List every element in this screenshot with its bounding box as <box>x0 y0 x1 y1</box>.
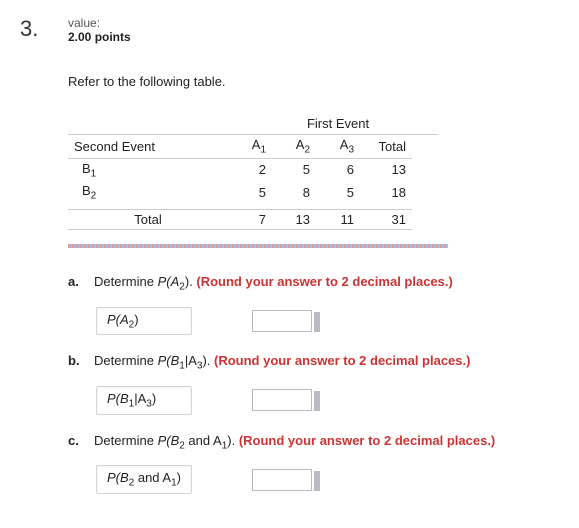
input-marker-icon <box>314 471 320 491</box>
col-total: Total <box>360 135 412 158</box>
col-a1: A1 <box>228 135 272 158</box>
col-a3: A3 <box>316 135 360 158</box>
value-block: value: 2.00 points <box>68 16 131 44</box>
refer-text: Refer to the following table. <box>68 74 559 89</box>
part-a-label: P(A2) <box>96 307 192 336</box>
question-number: 3. <box>20 16 68 42</box>
value-points: 2.00 points <box>68 30 131 44</box>
total-row: Total 7 13 11 31 <box>68 210 412 230</box>
part-b-label: P(B1|A3) <box>96 386 192 415</box>
input-marker-icon <box>314 391 320 411</box>
part-a-input[interactable] <box>252 310 312 332</box>
table-row: B1 2 5 6 13 <box>68 158 412 181</box>
part-c-input[interactable] <box>252 469 312 491</box>
part-b-prompt: Determine P(B1|A3). (Round your answer t… <box>94 353 470 372</box>
part-letter: a. <box>68 274 86 289</box>
part-a: a. Determine P(A2). (Round your answer t… <box>68 274 559 335</box>
divider <box>68 244 448 248</box>
col-a2: A2 <box>272 135 316 158</box>
part-c-prompt: Determine P(B2 and A1). (Round your answ… <box>94 433 495 452</box>
first-event-header: First Event <box>238 113 438 135</box>
part-letter: c. <box>68 433 86 448</box>
value-label: value: <box>68 16 131 30</box>
part-b: b. Determine P(B1|A3). (Round your answe… <box>68 353 559 414</box>
part-b-input[interactable] <box>252 389 312 411</box>
part-a-prompt: Determine P(A2). (Round your answer to 2… <box>94 274 453 293</box>
second-event-header: Second Event <box>68 135 228 158</box>
input-marker-icon <box>314 312 320 332</box>
part-letter: b. <box>68 353 86 368</box>
table-row: B2 5 8 5 18 <box>68 181 412 204</box>
part-c-label: P(B2 and A1) <box>96 465 192 494</box>
probability-table: First Event Second Event A1 A2 A3 Total … <box>68 113 559 230</box>
part-c: c. Determine P(B2 and A1). (Round your a… <box>68 433 559 494</box>
